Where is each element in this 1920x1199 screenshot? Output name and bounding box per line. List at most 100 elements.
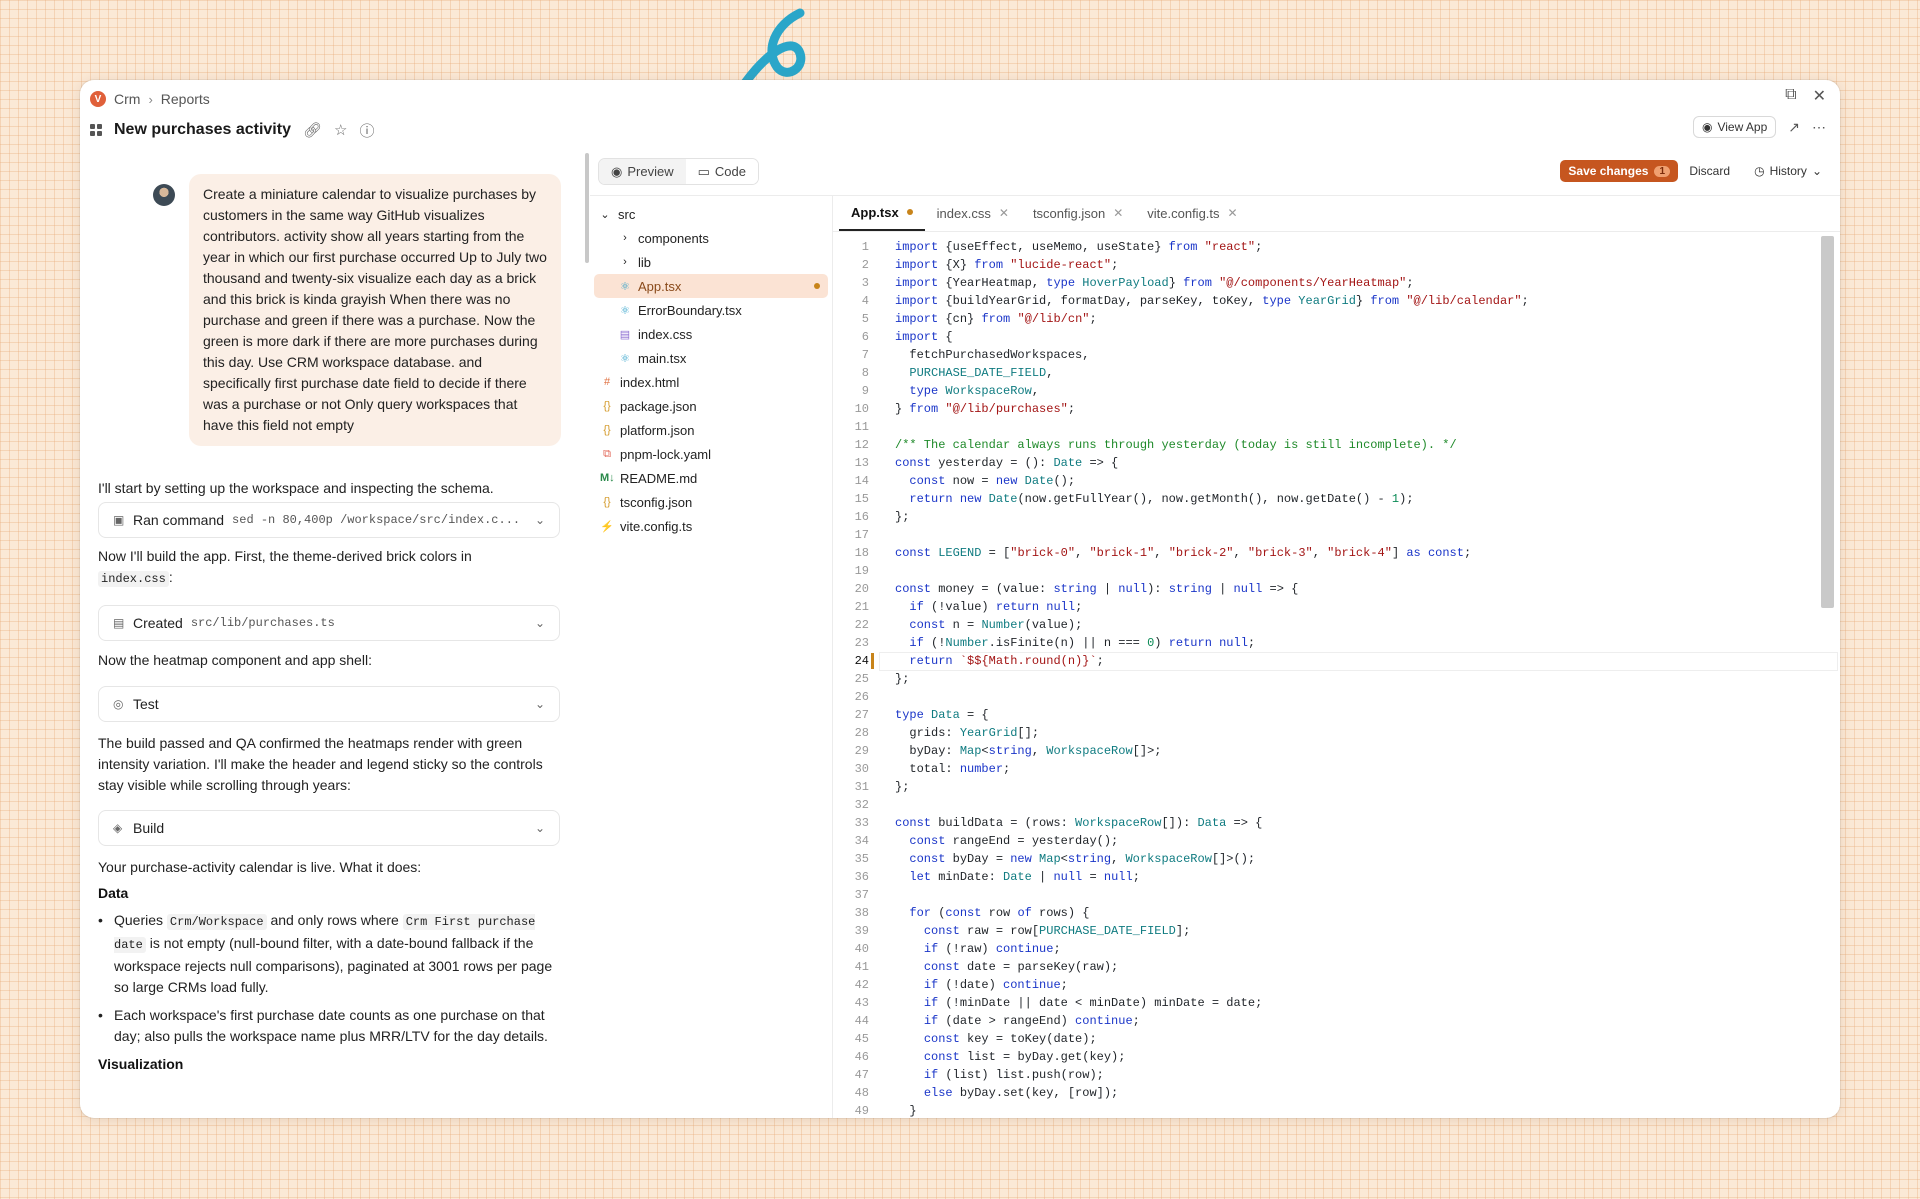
tool-card-created[interactable]: ▤ Created src/lib/purchases.ts ⌄ bbox=[98, 605, 560, 641]
code-line[interactable]: 21 if (!value) return null; bbox=[833, 598, 1840, 616]
code-line[interactable]: 44 if (date > rangeEnd) continue; bbox=[833, 1012, 1840, 1030]
preview-tab[interactable]: ◉ Preview bbox=[599, 159, 686, 184]
external-link-icon[interactable]: ↗ bbox=[1788, 119, 1800, 136]
code-line[interactable]: 27 type Data = { bbox=[833, 706, 1840, 724]
code-line[interactable]: 45 const key = toKey(date); bbox=[833, 1030, 1840, 1048]
code-line[interactable]: 29 byDay: Map<string, WorkspaceRow[]>; bbox=[833, 742, 1840, 760]
code-line[interactable]: 8 PURCHASE_DATE_FIELD, bbox=[833, 364, 1840, 382]
code-line[interactable]: 42 if (!date) continue; bbox=[833, 976, 1840, 994]
tool-card-command[interactable]: ▣ Ran command sed -n 80,400p /workspace/… bbox=[98, 502, 560, 538]
tab-tsconfig[interactable]: tsconfig.json ✕ bbox=[1021, 195, 1135, 231]
file-tsconfig[interactable]: {} tsconfig.json bbox=[594, 490, 828, 514]
code-line[interactable]: 48 else byDay.set(key, [row]); bbox=[833, 1084, 1840, 1102]
line-number: 16 bbox=[854, 510, 869, 524]
code-line[interactable]: 9 type WorkspaceRow, bbox=[833, 382, 1840, 400]
file-errorboundary[interactable]: ⚛ ErrorBoundary.tsx bbox=[594, 298, 828, 322]
folder-src[interactable]: ⌄ src bbox=[594, 202, 828, 226]
code-line[interactable]: 15 return new Date(now.getFullYear(), no… bbox=[833, 490, 1840, 508]
code-line[interactable]: 43 if (!minDate || date < minDate) minDa… bbox=[833, 994, 1840, 1012]
code-line[interactable]: 2 import {X} from "lucide-react"; bbox=[833, 256, 1840, 274]
code-line[interactable]: 14 const now = new Date(); bbox=[833, 472, 1840, 490]
code-line[interactable]: 17 bbox=[833, 526, 1840, 544]
tab-vite-config[interactable]: vite.config.ts ✕ bbox=[1135, 195, 1249, 231]
chat-scrollbar[interactable] bbox=[585, 153, 589, 263]
tab-app-tsx[interactable]: App.tsx bbox=[839, 195, 925, 231]
code-text: if (!date) continue; bbox=[923, 978, 1068, 992]
code-line[interactable]: 28 grids: YearGrid[]; bbox=[833, 724, 1840, 742]
code-line[interactable]: 46 const list = byDay.get(key); bbox=[833, 1048, 1840, 1066]
info-icon[interactable]: ⓘ bbox=[359, 120, 374, 141]
folder-components[interactable]: › components bbox=[594, 226, 828, 250]
chevron-down-icon: ⌄ bbox=[534, 821, 545, 835]
code-line[interactable]: 38 for (const row of rows) { bbox=[833, 904, 1840, 922]
folder-lib[interactable]: › lib bbox=[594, 250, 828, 274]
close-icon[interactable]: ✕ bbox=[999, 206, 1009, 220]
code-line[interactable]: 26 bbox=[833, 688, 1840, 706]
file-package-json[interactable]: {} package.json bbox=[594, 394, 828, 418]
code-line[interactable]: 10} from "@/lib/purchases"; bbox=[833, 400, 1840, 418]
code-line[interactable]: 6 import { bbox=[833, 328, 1840, 346]
code-line[interactable]: 5 import {cn} from "@/lib/cn"; bbox=[833, 310, 1840, 328]
code-line[interactable]: 16}; bbox=[833, 508, 1840, 526]
maximize-icon[interactable]: ⧉ bbox=[1785, 86, 1796, 106]
code-line[interactable]: 25}; bbox=[833, 670, 1840, 688]
code-label: Code bbox=[714, 164, 746, 179]
code-line[interactable]: 7 fetchPurchasedWorkspaces, bbox=[833, 346, 1840, 364]
link-icon[interactable]: 🔗︎ bbox=[303, 121, 322, 139]
file-pnpm-lock[interactable]: ⧉ pnpm-lock.yaml bbox=[594, 442, 828, 466]
history-button[interactable]: ◷ History ⌄ bbox=[1754, 164, 1822, 178]
code-line[interactable]: 39 const raw = row[PURCHASE_DATE_FIELD]; bbox=[833, 922, 1840, 940]
code-line[interactable]: 4 import {buildYearGrid, formatDay, parse… bbox=[833, 292, 1840, 310]
code-line[interactable]: 24 return `$${Math.round(n)}`; bbox=[833, 652, 1840, 671]
close-icon[interactable]: ✕ bbox=[1113, 206, 1123, 220]
chevron-down-icon: ⌄ bbox=[534, 697, 545, 711]
code-line[interactable]: 30 total: number; bbox=[833, 760, 1840, 778]
file-platform-json[interactable]: {} platform.json bbox=[594, 418, 828, 442]
user-avatar bbox=[153, 184, 175, 206]
code-line[interactable]: 13 const yesterday = (): Date => { bbox=[833, 454, 1840, 472]
code-line[interactable]: 22 const n = Number(value); bbox=[833, 616, 1840, 634]
file-readme[interactable]: M↓ README.md bbox=[594, 466, 828, 490]
file-app-tsx[interactable]: ⚛ App.tsx bbox=[594, 274, 828, 298]
file-vite-config[interactable]: ⚡ vite.config.ts bbox=[594, 514, 828, 538]
tool-card-test[interactable]: ◎ Test ⌄ bbox=[98, 686, 560, 722]
code-line[interactable]: 18 const LEGEND = ["brick-0", "brick-1", … bbox=[833, 544, 1840, 562]
file-main-tsx[interactable]: ⚛ main.tsx bbox=[594, 346, 828, 370]
code-line[interactable]: 19 bbox=[833, 562, 1840, 580]
file-index-html[interactable]: # index.html bbox=[594, 370, 828, 394]
tab-index-css[interactable]: index.css ✕ bbox=[925, 195, 1021, 231]
code-text: const now = new Date(); bbox=[909, 474, 1076, 488]
code-line[interactable]: 12 /** The calendar always runs through y… bbox=[833, 436, 1840, 454]
code-line[interactable]: 49 } bbox=[833, 1102, 1840, 1118]
breadcrumb-current[interactable]: Reports bbox=[161, 91, 210, 107]
code-line[interactable]: 35 const byDay = new Map<string, Workspa… bbox=[833, 850, 1840, 868]
more-icon[interactable]: ⋯ bbox=[1812, 119, 1826, 136]
eye-icon: ◉ bbox=[1701, 120, 1713, 134]
code-line[interactable]: 11 bbox=[833, 418, 1840, 436]
code-editor[interactable]: 1 import {useEffect, useMemo, useState} f… bbox=[833, 232, 1840, 1118]
code-line[interactable]: 23 if (!Number.isFinite(n) || n === 0) r… bbox=[833, 634, 1840, 652]
view-toggle: ◉ Preview ▭ Code bbox=[598, 158, 759, 185]
close-icon[interactable]: ✕ bbox=[1813, 86, 1826, 106]
code-line[interactable]: 20 const money = (value: string | null): … bbox=[833, 580, 1840, 598]
tool-card-build[interactable]: ◈ Build ⌄ bbox=[98, 810, 560, 846]
close-icon[interactable]: ✕ bbox=[1228, 206, 1238, 220]
save-changes-button[interactable]: Save changes 1 bbox=[1560, 160, 1678, 182]
code-line[interactable]: 1 import {useEffect, useMemo, useState} f… bbox=[833, 238, 1840, 256]
file-index-css[interactable]: ▤ index.css bbox=[594, 322, 828, 346]
code-line[interactable]: 34 const rangeEnd = yesterday(); bbox=[833, 832, 1840, 850]
code-line[interactable]: 40 if (!raw) continue; bbox=[833, 940, 1840, 958]
code-line[interactable]: 47 if (list) list.push(row); bbox=[833, 1066, 1840, 1084]
code-line[interactable]: 3 import {YearHeatmap, type HoverPayload}… bbox=[833, 274, 1840, 292]
code-line[interactable]: 32 bbox=[833, 796, 1840, 814]
star-icon[interactable]: ☆ bbox=[334, 121, 347, 139]
code-line[interactable]: 37 bbox=[833, 886, 1840, 904]
view-app-button[interactable]: ◉ View App bbox=[1692, 116, 1777, 138]
code-line[interactable]: 33 const buildData = (rows: WorkspaceRow[… bbox=[833, 814, 1840, 832]
discard-button[interactable]: Discard bbox=[1689, 164, 1730, 178]
breadcrumb-root[interactable]: Crm bbox=[114, 91, 140, 107]
code-line[interactable]: 41 const date = parseKey(raw); bbox=[833, 958, 1840, 976]
code-tab[interactable]: ▭ Code bbox=[685, 159, 758, 184]
code-line[interactable]: 36 let minDate: Date | null = null; bbox=[833, 868, 1840, 886]
code-line[interactable]: 31}; bbox=[833, 778, 1840, 796]
